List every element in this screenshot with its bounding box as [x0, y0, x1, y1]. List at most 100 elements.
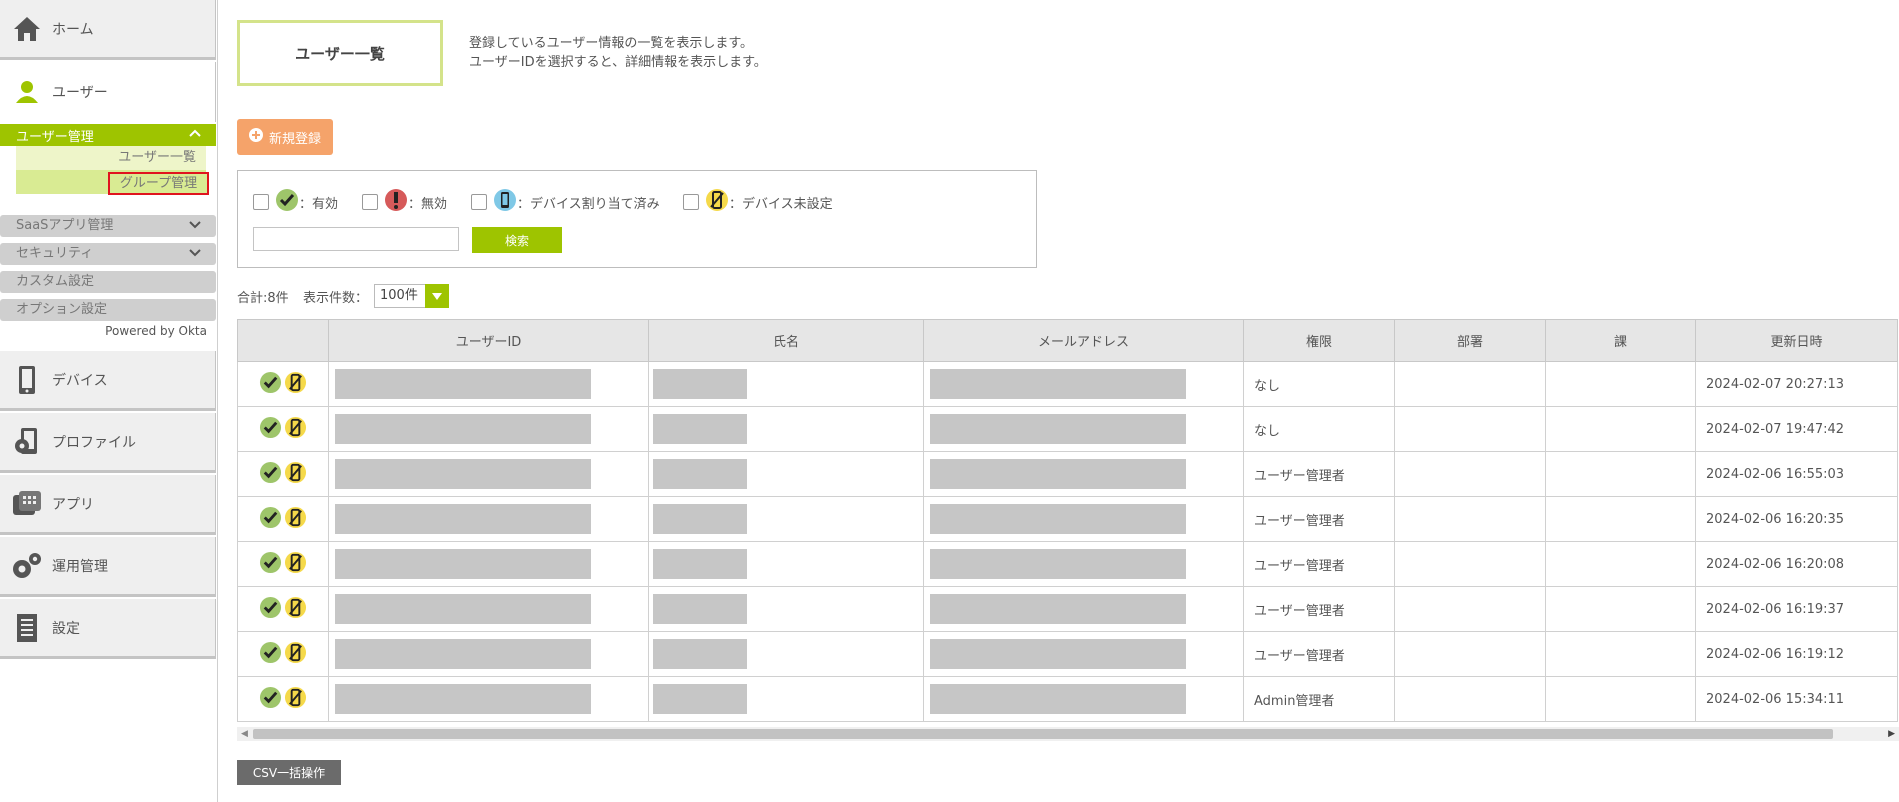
nav-home-label: ホーム — [52, 21, 94, 38]
checkbox-device-unset[interactable] — [683, 194, 699, 210]
menu-option-settings[interactable]: オプション設定 — [0, 299, 216, 321]
column-header-email[interactable]: メールアドレス — [923, 319, 1244, 362]
table-row[interactable]: ユーザー管理者 2024-02-06 16:19:12 — [237, 631, 1898, 677]
department-cell — [1394, 361, 1546, 407]
user-id-cell[interactable] — [328, 451, 649, 497]
table-row[interactable]: Admin管理者 2024-02-06 15:34:11 — [237, 676, 1898, 722]
table-row[interactable]: なし 2024-02-07 20:27:13 — [237, 361, 1898, 407]
user-id-cell[interactable] — [328, 361, 649, 407]
active-check-icon — [259, 641, 282, 668]
nav-user[interactable]: ユーザー — [0, 62, 216, 122]
active-check-icon — [259, 551, 282, 578]
checkbox-device-assigned[interactable] — [471, 194, 487, 210]
role-cell: なし — [1243, 406, 1395, 452]
column-header-user-id[interactable]: ユーザーID — [328, 319, 649, 362]
name-cell — [648, 676, 924, 722]
filter-inactive: ：無効 — [362, 188, 447, 216]
per-page-value: 100件 — [380, 288, 418, 303]
horizontal-scrollbar[interactable]: ◀ ▶ — [237, 727, 1899, 741]
device-unset-icon — [284, 596, 307, 623]
chevron-down-icon — [188, 218, 202, 240]
menu-security-label: セキュリティ — [16, 246, 94, 261]
user-id-cell[interactable] — [328, 676, 649, 722]
nav-operations[interactable]: 運用管理 — [0, 537, 216, 597]
menu-user-management[interactable]: ユーザー管理 — [0, 124, 216, 146]
chevron-up-icon — [188, 126, 202, 144]
nav-app[interactable]: アプリ — [0, 475, 216, 535]
powered-by: Powered by Okta — [105, 324, 207, 338]
per-page-select[interactable]: 100件 — [374, 284, 449, 308]
menu-saas-app-label: SaaSアプリ管理 — [16, 218, 114, 233]
smartphone-icon — [10, 363, 44, 397]
email-cell — [923, 676, 1244, 722]
redacted-user-id[interactable] — [335, 414, 591, 444]
submenu-user-list[interactable]: ユーザー一覧 — [16, 146, 206, 170]
search-button[interactable]: 検索 — [472, 227, 562, 253]
role-cell: Admin管理者 — [1243, 676, 1395, 722]
user-id-cell[interactable] — [328, 586, 649, 632]
device-unset-icon — [284, 686, 307, 713]
user-id-cell[interactable] — [328, 631, 649, 677]
status-cell — [237, 676, 329, 722]
redacted-user-id[interactable] — [335, 369, 591, 399]
column-header-name[interactable]: 氏名 — [648, 319, 924, 362]
user-table-container: ユーザーID 氏名 メールアドレス 権限 部署 課 更新日時 なし 2024-0… — [237, 319, 1899, 743]
search-input[interactable] — [253, 227, 459, 251]
table-row[interactable]: ユーザー管理者 2024-02-06 16:20:35 — [237, 496, 1898, 542]
scroll-right-icon[interactable]: ▶ — [1888, 729, 1895, 739]
name-cell — [648, 586, 924, 632]
sidebar: ホーム ユーザー ユーザー管理 ユーザー一覧 グループ管理 SaaSアプリ管理 … — [0, 0, 218, 802]
email-cell — [923, 541, 1244, 587]
menu-security[interactable]: セキュリティ — [0, 243, 216, 265]
nav-settings[interactable]: 設定 — [0, 599, 216, 659]
updated-cell: 2024-02-07 19:47:42 — [1695, 406, 1898, 452]
document-icon — [10, 611, 44, 645]
user-id-cell[interactable] — [328, 496, 649, 542]
table-row[interactable]: ユーザー管理者 2024-02-06 16:20:08 — [237, 541, 1898, 587]
scrollbar-thumb[interactable] — [253, 729, 1833, 739]
email-cell — [923, 631, 1244, 677]
user-id-cell[interactable] — [328, 406, 649, 452]
menu-saas-app[interactable]: SaaSアプリ管理 — [0, 215, 216, 237]
checkbox-active[interactable] — [253, 194, 269, 210]
table-row[interactable]: なし 2024-02-07 19:47:42 — [237, 406, 1898, 452]
nav-profile[interactable]: プロファイル — [0, 413, 216, 473]
redacted-user-id[interactable] — [335, 684, 591, 714]
section-cell — [1545, 586, 1696, 632]
device-unset-icon — [284, 461, 307, 488]
redacted-user-id[interactable] — [335, 549, 591, 579]
nav-operations-label: 運用管理 — [52, 558, 108, 575]
chevron-down-icon — [188, 246, 202, 268]
nav-home[interactable]: ホーム — [0, 0, 216, 60]
redacted-user-id[interactable] — [335, 594, 591, 624]
column-header-section[interactable]: 課 — [1545, 319, 1696, 362]
active-check-icon — [259, 686, 282, 713]
column-header-updated[interactable]: 更新日時 — [1695, 319, 1898, 362]
profile-gear-icon — [10, 425, 44, 459]
redacted-user-id[interactable] — [335, 504, 591, 534]
table-row[interactable]: ユーザー管理者 2024-02-06 16:19:37 — [237, 586, 1898, 632]
user-id-cell[interactable] — [328, 541, 649, 587]
redacted-user-id[interactable] — [335, 639, 591, 669]
name-cell — [648, 451, 924, 497]
scroll-left-icon[interactable]: ◀ — [241, 729, 248, 739]
role-cell: ユーザー管理者 — [1243, 496, 1395, 542]
checkbox-inactive[interactable] — [362, 194, 378, 210]
submenu-group-management[interactable]: グループ管理 — [108, 172, 209, 195]
column-header-department[interactable]: 部署 — [1394, 319, 1546, 362]
filter-inactive-label: ：無効 — [408, 196, 448, 212]
updated-cell: 2024-02-06 15:34:11 — [1695, 676, 1898, 722]
role-cell: なし — [1243, 361, 1395, 407]
name-cell — [648, 361, 924, 407]
active-check-icon — [259, 596, 282, 623]
table-row[interactable]: ユーザー管理者 2024-02-06 16:55:03 — [237, 451, 1898, 497]
plus-circle-icon — [248, 128, 263, 146]
redacted-user-id[interactable] — [335, 459, 591, 489]
column-header-role[interactable]: 権限 — [1243, 319, 1395, 362]
user-icon — [10, 75, 44, 109]
csv-bulk-button[interactable]: CSV一括操作 — [237, 760, 341, 785]
status-cell — [237, 541, 329, 587]
nav-device[interactable]: デバイス — [0, 351, 216, 411]
new-registration-button[interactable]: 新規登録 — [237, 119, 333, 155]
menu-custom-settings[interactable]: カスタム設定 — [0, 271, 216, 293]
